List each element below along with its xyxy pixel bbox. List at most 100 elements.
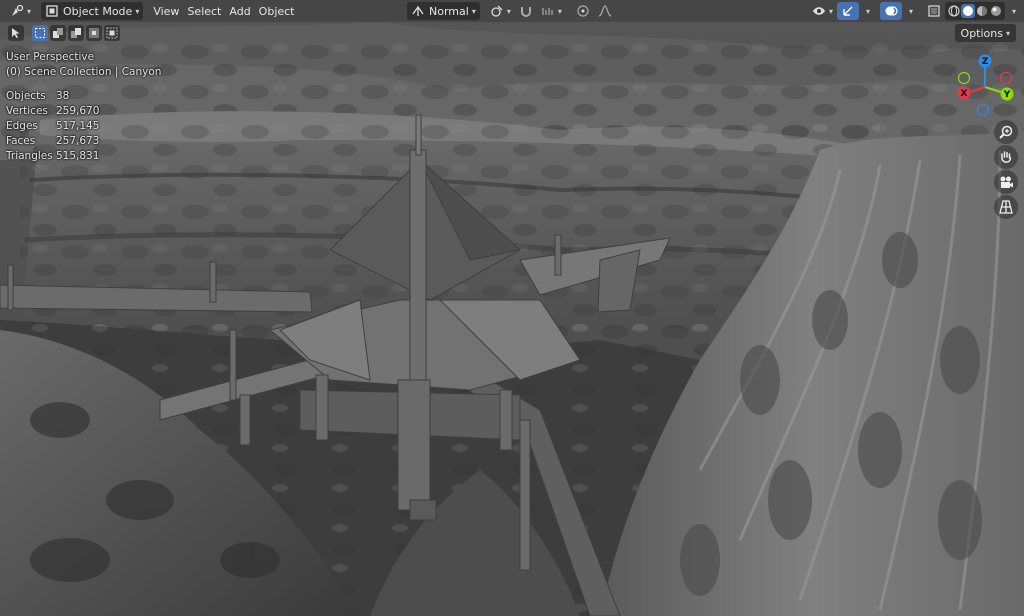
gizmo-dropdown[interactable]: ▾ (859, 2, 874, 20)
select-subtract-icon (71, 28, 81, 38)
chevron-down-icon: ▾ (557, 6, 562, 16)
magnet-icon (520, 7, 531, 17)
chevron-down-icon: ▾ (471, 6, 476, 16)
axis-y-label: Y (1003, 90, 1011, 100)
stat-label: Edges (6, 120, 38, 132)
transform-cursor-icon (12, 4, 24, 16)
navigation-gizmo[interactable]: Z X Y (950, 52, 1020, 122)
visibility-dropdown[interactable]: ▾ (808, 2, 837, 20)
rendered-icon[interactable] (989, 4, 1003, 18)
menu-object[interactable]: Object (255, 2, 299, 20)
overlays-dropdown[interactable]: ▾ (902, 2, 917, 20)
orientation-icon (412, 5, 424, 16)
material-icon[interactable] (975, 4, 989, 18)
stat-value: 38 (56, 90, 70, 102)
zoom-icon (999, 125, 1013, 139)
falloff-icon (598, 5, 612, 17)
pivot-point-dropdown[interactable]: ▾ (486, 2, 515, 20)
chevron-down-icon: ▾ (506, 6, 511, 16)
collection-label: (0) Scene Collection | Canyon (6, 66, 162, 78)
orientation-label: Normal (429, 4, 469, 18)
options-dropdown[interactable]: Options ▾ (954, 24, 1016, 42)
select-invert-button[interactable] (86, 25, 102, 41)
snap-toggle[interactable] (515, 2, 537, 20)
axis-x-label: X (961, 89, 968, 99)
wireframe-icon[interactable] (947, 4, 961, 18)
cursor-arrow-icon (12, 28, 20, 38)
perspective-toggle-button[interactable] (994, 195, 1018, 219)
select-tool-button[interactable] (8, 25, 24, 41)
options-label: Options (960, 26, 1003, 40)
3d-viewport[interactable] (0, 0, 1024, 616)
viewport-info: User Perspective (0) Scene Collection | … (6, 50, 161, 80)
stat-row: Edges 517,145 (6, 119, 99, 134)
orientation-dropdown[interactable]: Normal ▾ (407, 2, 480, 20)
axis-neg-y-handle[interactable] (957, 71, 971, 85)
hand-icon (1001, 151, 1012, 163)
overlays-toggle[interactable] (880, 2, 903, 20)
select-subtract-button[interactable] (68, 25, 84, 41)
stat-value: 515,831 (56, 150, 100, 162)
select-intersect-icon (106, 27, 118, 39)
viewport-header: ▾ Object Mode ▾ View Select Add Object N… (0, 0, 1024, 22)
select-new-icon (35, 28, 45, 38)
chevron-down-icon: ▾ (27, 6, 32, 16)
chevron-down-icon: ▾ (1012, 6, 1017, 16)
stat-label: Vertices (6, 105, 48, 117)
grid-icon (999, 200, 1013, 214)
gizmo-icon (843, 6, 853, 16)
mode-label: Object Mode (63, 4, 133, 18)
camera-view-button[interactable] (994, 170, 1018, 194)
chevron-down-icon: ▾ (829, 6, 834, 16)
overlays-icon (885, 6, 898, 16)
scene-statistics: Objects 38 Vertices 259,670 Edges 517,145 F… (6, 89, 99, 164)
select-extend-icon (53, 28, 63, 38)
chevron-down-icon: ▾ (135, 6, 140, 16)
object-mode-dropdown[interactable]: Object Mode ▾ (41, 2, 144, 20)
stat-label: Faces (6, 135, 36, 147)
stat-row: Faces 257,673 (6, 134, 99, 149)
editor-type-button[interactable]: ▾ (6, 2, 35, 20)
stat-label: Objects (6, 90, 46, 102)
eye-icon (813, 7, 825, 15)
chevron-down-icon: ▾ (1005, 28, 1010, 38)
pan-button[interactable] (994, 145, 1018, 169)
stat-value: 259,670 (56, 105, 100, 117)
stat-row: Vertices 259,670 (6, 104, 99, 119)
chevron-down-icon: ▾ (909, 6, 914, 16)
menu-add[interactable]: Add (225, 2, 254, 20)
shading-mode-group (945, 2, 1006, 20)
select-mode-row (8, 24, 122, 42)
select-invert-icon (89, 28, 99, 38)
xray-icon (928, 5, 940, 17)
select-box-new-button[interactable] (32, 25, 48, 41)
object-mode-icon (46, 5, 58, 17)
pivot-icon (491, 5, 503, 17)
menu-view[interactable]: View (149, 2, 183, 20)
stat-row: Objects 38 (6, 89, 99, 104)
snap-increment-icon (542, 8, 553, 15)
axis-z-label: Z (982, 57, 989, 67)
axis-neg-x-handle[interactable] (999, 71, 1013, 85)
stat-value: 517,145 (56, 120, 100, 132)
canyon-scene (0, 0, 1024, 616)
zoom-button[interactable] (994, 120, 1018, 144)
menu-select[interactable]: Select (183, 2, 225, 20)
falloff-dropdown[interactable] (594, 2, 616, 20)
solid-icon[interactable] (961, 4, 976, 18)
chevron-down-icon: ▾ (866, 6, 871, 16)
select-intersect-button[interactable] (104, 25, 120, 41)
proportional-edit-toggle[interactable] (572, 2, 594, 20)
perspective-label: User Perspective (6, 51, 95, 63)
xray-toggle[interactable] (923, 2, 945, 20)
gizmo-toggle[interactable] (837, 2, 860, 20)
snap-increment-dropdown[interactable]: ▾ (537, 2, 566, 20)
camera-icon (1000, 176, 1013, 188)
shading-dropdown[interactable]: ▾ (1005, 2, 1020, 20)
stat-value: 257,673 (56, 135, 100, 147)
axis-neg-z-handle[interactable] (976, 103, 990, 117)
stat-label: Triangles (6, 150, 53, 162)
proportional-edit-icon (577, 5, 589, 17)
select-extend-button[interactable] (50, 25, 66, 41)
stat-row: Triangles 515,831 (6, 149, 99, 164)
